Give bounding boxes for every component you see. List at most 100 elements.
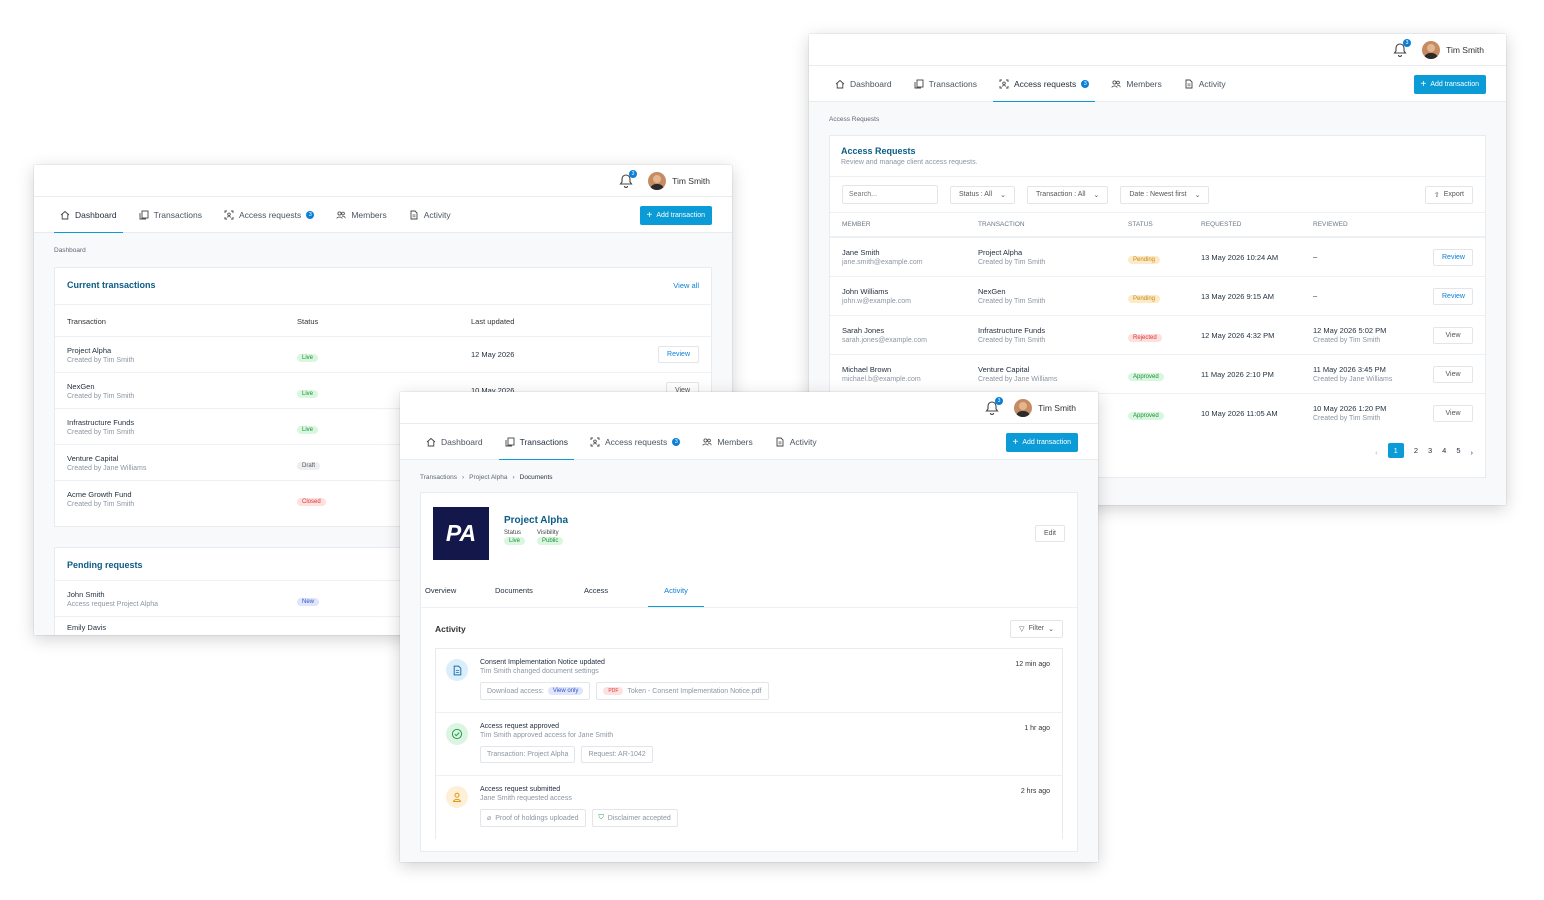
transaction-name: NexGen xyxy=(67,381,95,391)
view-all-link[interactable]: View all xyxy=(673,281,699,290)
chevron-right-icon[interactable]: › xyxy=(1471,448,1474,457)
user-menu[interactable]: Tim Smith xyxy=(648,171,710,190)
reviewed-by: Created by Tim Smith xyxy=(1313,337,1381,344)
breadcrumb-project[interactable]: Project Alpha xyxy=(469,474,507,481)
activity-title: Access request submitted xyxy=(480,786,561,793)
tab-dashboard[interactable]: Dashboard xyxy=(420,424,489,459)
filter-button[interactable]: ▽ Filter ⌄ xyxy=(1010,620,1063,638)
add-transaction-button[interactable]: + Add transaction xyxy=(1005,433,1078,452)
user-menu[interactable]: Tim Smith xyxy=(1422,40,1484,59)
tab-transactions[interactable]: Transactions xyxy=(908,66,983,101)
table-row[interactable]: Sarah Jones sarah.jones@example.com Infras… xyxy=(830,315,1485,354)
transaction-name: Infrastructure Funds xyxy=(67,417,135,427)
tab-activity[interactable]: Activity xyxy=(769,424,823,459)
date-sort-dropdown[interactable]: Date : Newest first ⌄ xyxy=(1120,185,1210,204)
request-description: Access request Project Alpha xyxy=(67,600,159,608)
user-name: Tim Smith xyxy=(1446,44,1484,55)
page-button[interactable]: 2 xyxy=(1414,446,1418,458)
view-button[interactable]: View xyxy=(1433,326,1473,344)
page-button[interactable]: 5 xyxy=(1456,446,1460,458)
transaction-creator: Created by Tim Smith xyxy=(67,356,135,364)
tab-access-requests[interactable]: Access requests 3 xyxy=(584,424,686,459)
review-button[interactable]: Review xyxy=(658,346,699,363)
scan-user-icon xyxy=(224,210,234,219)
tab-activity[interactable]: Activity xyxy=(1178,66,1232,101)
tab-transactions[interactable]: Transactions xyxy=(133,197,208,232)
breadcrumb: Transactions › Project Alpha › Documents xyxy=(420,460,1078,481)
avatar xyxy=(1014,398,1033,417)
breadcrumb-transactions[interactable]: Transactions xyxy=(420,474,457,481)
chevron-left-icon[interactable]: ‹ xyxy=(1375,448,1378,457)
tab-transactions[interactable]: Transactions xyxy=(498,424,575,460)
add-transaction-button[interactable]: + Add transaction xyxy=(639,206,712,225)
view-button[interactable]: View xyxy=(1433,365,1473,383)
user-menu[interactable]: Tim Smith xyxy=(1014,398,1076,417)
view-button[interactable]: View xyxy=(1433,404,1473,422)
pdf-file-chip[interactable]: PDF Token - Consent Implementation Notice… xyxy=(596,682,769,700)
document-icon xyxy=(1185,79,1193,88)
chip-label: Disclaimer accepted xyxy=(607,814,671,822)
requested-date: 12 May 2026 4:32 PM xyxy=(1201,330,1275,340)
view-only-badge: View only xyxy=(547,687,584,695)
notification-bell-icon[interactable]: 3 xyxy=(984,396,1004,416)
tab-members[interactable]: Members xyxy=(1105,66,1167,101)
tab-label: Transactions xyxy=(153,209,202,220)
reviewed-by: Created by Jane Williams xyxy=(1313,376,1393,383)
activity-item: Access request approved Tim Smith approv… xyxy=(436,712,1062,775)
transaction-creator: Created by Tim Smith xyxy=(978,259,1046,266)
add-transaction-button[interactable]: + Add transaction xyxy=(1413,75,1486,94)
table-header: MEMBER TRANSACTION STATUS REQUESTED REVI… xyxy=(830,213,1485,237)
edit-button[interactable]: Edit xyxy=(1034,525,1065,542)
tab-members[interactable]: Members xyxy=(330,197,392,232)
breadcrumb: Dashboard xyxy=(54,247,86,254)
review-button[interactable]: Review xyxy=(1433,287,1473,305)
table-row[interactable]: Project Alpha Created by Tim Smith Live 1… xyxy=(55,336,711,372)
activity-title: Access request approved xyxy=(480,723,559,730)
users-icon xyxy=(1111,79,1122,88)
search-input[interactable] xyxy=(842,185,938,204)
export-button[interactable]: ⇧ Export xyxy=(1424,185,1473,204)
page-button[interactable]: 3 xyxy=(1428,446,1432,458)
reviewed-date: 12 May 2026 5:02 PM xyxy=(1313,326,1387,335)
notification-count: 3 xyxy=(995,396,1004,405)
tab-label: Access requests xyxy=(604,436,668,447)
tab-activity[interactable]: Activity xyxy=(648,586,704,607)
table-row[interactable]: Michael Brown michael.b@example.com Ventur… xyxy=(830,354,1485,393)
tab-overview[interactable]: Overview xyxy=(425,586,495,607)
tab-label: Activity xyxy=(1198,78,1226,89)
review-button[interactable]: Review xyxy=(1433,248,1473,266)
requested-date: 13 May 2026 10:24 AM xyxy=(1201,252,1279,262)
page-button[interactable]: 4 xyxy=(1442,446,1446,458)
chevron-down-icon: ⌄ xyxy=(1048,626,1054,633)
column-header: REQUESTED xyxy=(1201,221,1242,228)
tab-dashboard[interactable]: Dashboard xyxy=(54,197,123,233)
tab-access[interactable]: Access xyxy=(584,586,648,607)
page-button[interactable]: 1 xyxy=(1387,443,1404,458)
tab-label: Access requests xyxy=(1013,78,1077,89)
tab-access-requests[interactable]: Access requests 3 xyxy=(992,66,1096,102)
tab-documents[interactable]: Documents xyxy=(495,586,584,607)
transaction-name: Infrastructure Funds xyxy=(978,326,1046,335)
notification-bell-icon[interactable]: 3 xyxy=(1392,38,1412,58)
add-transaction-label: Add transaction xyxy=(1022,439,1071,446)
main-nav: Dashboard Transactions Access requests 3… xyxy=(400,424,1098,460)
tab-dashboard[interactable]: Dashboard xyxy=(829,66,898,101)
tab-activity[interactable]: Activity xyxy=(403,197,457,232)
table-row[interactable]: Jane Smith jane.smith@example.com Project … xyxy=(830,237,1485,276)
plus-icon: + xyxy=(1012,436,1019,448)
transaction-name: Venture Capital xyxy=(978,365,1030,374)
main-nav: Dashboard Transactions Access requests 3… xyxy=(34,197,732,233)
dropdown-label: Transaction : All xyxy=(1035,190,1086,198)
disclaimer-chip: ⛉ Disclaimer accepted xyxy=(591,809,678,827)
tab-members[interactable]: Members xyxy=(696,424,758,459)
request-chip: Request: AR-1042 xyxy=(581,746,653,763)
notification-bell-icon[interactable]: 3 xyxy=(618,169,638,189)
tab-access-requests[interactable]: Access requests 3 xyxy=(218,197,320,232)
plus-icon: + xyxy=(1420,78,1427,90)
chevron-right-icon: › xyxy=(512,474,515,481)
table-row[interactable]: John Williams john.w@example.com NexGen Cre… xyxy=(830,276,1485,315)
status-filter-dropdown[interactable]: Status : All ⌄ xyxy=(950,185,1015,204)
transaction-name: NexGen xyxy=(978,287,1006,296)
member-name: Jane Smith xyxy=(842,248,880,257)
transaction-filter-dropdown[interactable]: Transaction : All ⌄ xyxy=(1026,185,1109,204)
